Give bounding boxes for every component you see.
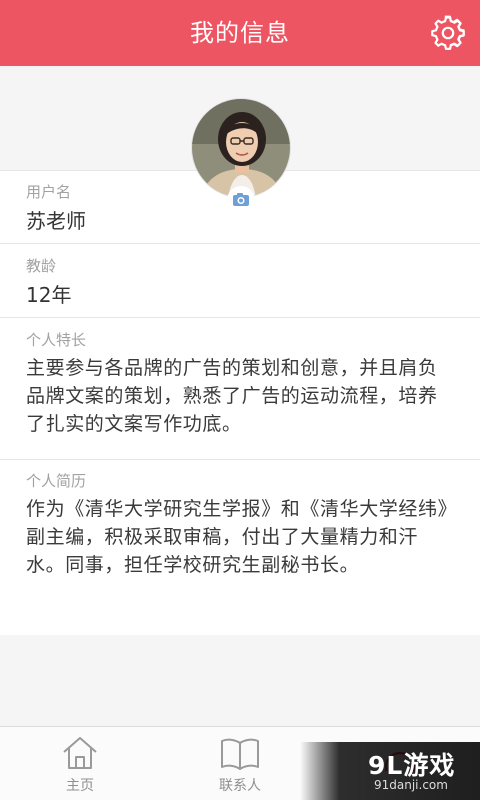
tab-home[interactable]: 主页 <box>0 727 160 800</box>
screen: 我的信息 用户名 苏老师 教龄 12年 个人特长 主要参与各品牌的广告的策划和创… <box>0 0 480 800</box>
watermark: 9L游戏 91danji.com <box>300 742 480 800</box>
divider <box>0 317 480 318</box>
tab-contacts-label: 联系人 <box>219 778 261 794</box>
divider <box>0 459 480 460</box>
settings-button[interactable] <box>430 15 466 51</box>
divider <box>0 243 480 244</box>
username-value[interactable]: 苏老师 <box>26 207 86 235</box>
tab-home-label: 主页 <box>66 778 94 794</box>
page-title: 我的信息 <box>190 19 290 47</box>
resume-value[interactable]: 作为《清华大学研究生学报》和《清华大学经纬》副主编，积极采取审稿，付出了大量精力… <box>26 495 456 579</box>
teaching-years-label: 教龄 <box>26 257 57 275</box>
profile-info-card: 用户名 苏老师 教龄 12年 个人特长 主要参与各品牌的广告的策划和创意，并且肩… <box>0 170 480 635</box>
home-icon <box>63 737 97 769</box>
camera-icon <box>233 193 249 206</box>
tab-contacts[interactable]: 联系人 <box>160 727 320 800</box>
header-bar: 我的信息 <box>0 0 480 66</box>
change-avatar-button[interactable] <box>227 186 255 214</box>
gear-icon <box>431 15 465 50</box>
book-icon <box>221 738 259 770</box>
watermark-url: 91danji.com <box>374 778 448 792</box>
teaching-years-value[interactable]: 12年 <box>26 281 71 309</box>
resume-label: 个人简历 <box>26 472 87 490</box>
avatar[interactable] <box>191 98 291 198</box>
avatar-photo <box>192 99 290 197</box>
watermark-brand: 9L游戏 <box>368 751 456 780</box>
specialty-label: 个人特长 <box>26 331 87 349</box>
username-label: 用户名 <box>26 183 72 201</box>
specialty-value[interactable]: 主要参与各品牌的广告的策划和创意，并且肩负品牌文案的策划，熟悉了广告的运动流程，… <box>26 354 456 438</box>
